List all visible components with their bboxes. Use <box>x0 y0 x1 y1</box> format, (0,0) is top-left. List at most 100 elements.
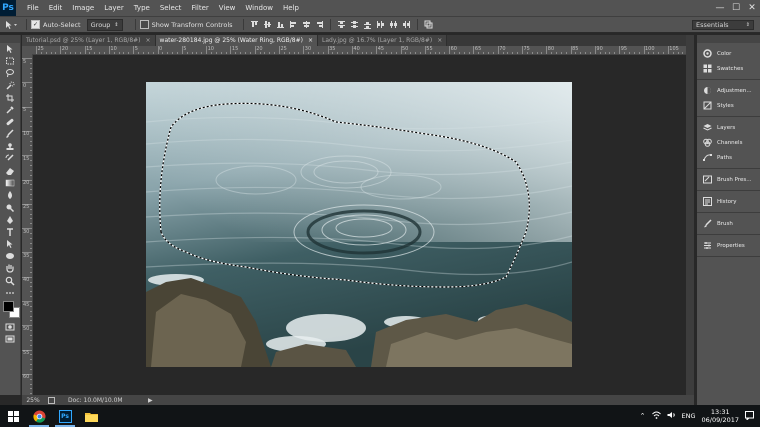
dodge-tool-icon[interactable] <box>0 201 20 213</box>
minimize-button[interactable]: — <box>712 0 728 16</box>
panel-history[interactable]: History <box>697 194 760 209</box>
shape-tool-icon[interactable] <box>0 250 20 262</box>
move-tool-preset-icon[interactable] <box>0 20 22 30</box>
menu-image[interactable]: Image <box>67 4 99 12</box>
eraser-tool-icon[interactable] <box>0 165 20 177</box>
workspace-dropdown[interactable]: Essentials ⇕ <box>692 20 754 30</box>
tab-close-icon[interactable]: × <box>146 37 151 44</box>
ruler-minor-tick <box>347 52 349 54</box>
distribute-vcenter-icon[interactable] <box>350 20 359 29</box>
pen-tool-icon[interactable] <box>0 214 20 226</box>
tab-water[interactable]: water-280184.jpg @ 25% (Water Ring, RGB/… <box>155 35 318 46</box>
notifications-icon[interactable] <box>745 410 754 422</box>
quick-mask-icon[interactable] <box>0 321 20 333</box>
history-brush-tool-icon[interactable] <box>0 153 20 165</box>
panel-color[interactable]: Color <box>697 46 760 61</box>
status-info-icon[interactable] <box>44 396 58 404</box>
clock[interactable]: 13:31 06/09/2017 <box>702 408 739 424</box>
blur-tool-icon[interactable] <box>0 189 20 201</box>
panel-paths[interactable]: Paths <box>697 150 760 165</box>
menu-file[interactable]: File <box>22 4 44 12</box>
screen-mode-icon[interactable] <box>0 333 20 345</box>
tab-close-icon[interactable]: × <box>437 37 442 44</box>
align-bottom-icon[interactable] <box>276 20 285 29</box>
tab-lady[interactable]: Lady.jpg @ 16.7% (Layer 1, RGB/8#) × <box>318 35 448 46</box>
zoom-level[interactable]: 25% <box>22 397 44 404</box>
menu-type[interactable]: Type <box>129 4 155 12</box>
align-vcenter-icon[interactable] <box>263 20 272 29</box>
menu-view[interactable]: View <box>214 4 241 12</box>
type-tool-icon[interactable] <box>0 226 20 238</box>
document-image[interactable] <box>146 82 572 367</box>
gradient-tool-icon[interactable] <box>0 177 20 189</box>
marquee-tool-icon[interactable] <box>0 55 20 67</box>
panel-adjustments[interactable]: Adjustmen... <box>697 83 760 98</box>
align-left-icon[interactable] <box>289 20 298 29</box>
distribute-right-icon[interactable] <box>402 20 411 29</box>
panel-layers[interactable]: Layers <box>697 120 760 135</box>
vertical-ruler[interactable]: 505101520253035404550556065 <box>22 54 33 395</box>
distribute-left-icon[interactable] <box>376 20 385 29</box>
auto-select-target-dropdown[interactable]: Group ⇕ <box>86 18 123 31</box>
crop-tool-icon[interactable] <box>0 92 20 104</box>
network-icon[interactable] <box>651 411 661 421</box>
align-right-icon[interactable] <box>315 20 324 29</box>
panel-channels[interactable]: Channels <box>697 135 760 150</box>
panel-brush-presets[interactable]: Brush Pres... <box>697 172 760 187</box>
panel-brush[interactable]: Brush <box>697 216 760 231</box>
panel-styles[interactable]: Styles <box>697 98 760 113</box>
auto-align-layers-icon[interactable] <box>424 20 433 29</box>
menu-filter[interactable]: Filter <box>186 4 213 12</box>
distribute-top-icon[interactable] <box>337 20 346 29</box>
edit-toolbar-icon[interactable] <box>0 287 20 299</box>
menu-edit[interactable]: Edit <box>44 4 68 12</box>
ruler-minor-tick <box>30 223 32 225</box>
system-tray: ⌃ ENG 13:31 06/09/2017 <box>640 405 760 427</box>
vertical-scrollbar[interactable] <box>686 35 694 395</box>
menu-window[interactable]: Window <box>240 4 278 12</box>
brush-tool-icon[interactable] <box>0 128 20 140</box>
healing-brush-tool-icon[interactable] <box>0 116 20 128</box>
distribute-bottom-icon[interactable] <box>363 20 372 29</box>
maximize-button[interactable]: ☐ <box>728 0 744 16</box>
lasso-tool-icon[interactable] <box>0 67 20 79</box>
language-indicator[interactable]: ENG <box>682 412 696 420</box>
panel-label: History <box>717 198 737 205</box>
auto-select-target-value: Group <box>90 20 111 29</box>
tab-tutorial[interactable]: Tutorial.psd @ 25% (Layer 1, RGB/8#) × <box>22 35 156 46</box>
horizontal-ruler[interactable]: 25 20 15 10 5 0 5 10 15 20 25 30 35 40 45 50 55 60 65 70 75 8… <box>32 46 686 55</box>
panel-collapse-handle[interactable] <box>697 35 760 43</box>
foreground-color-swatch[interactable] <box>3 300 14 312</box>
ruler-minor-tick <box>30 174 32 176</box>
windows-start-icon[interactable] <box>0 405 26 427</box>
auto-select-checkbox[interactable]: ✓ <box>31 20 40 29</box>
ruler-minor-tick <box>453 52 455 54</box>
chrome-icon[interactable] <box>26 405 52 427</box>
panel-swatches[interactable]: Swatches <box>697 61 760 76</box>
file-explorer-icon[interactable] <box>78 405 104 427</box>
close-button[interactable]: ✕ <box>744 0 760 16</box>
align-hcenter-icon[interactable] <box>302 20 311 29</box>
move-tool-icon[interactable] <box>0 43 20 55</box>
quick-selection-tool-icon[interactable] <box>0 80 20 92</box>
zoom-tool-icon[interactable] <box>0 275 20 287</box>
clone-stamp-tool-icon[interactable] <box>0 141 20 153</box>
hand-tool-icon[interactable] <box>0 262 20 274</box>
status-menu-arrow-icon[interactable]: ▶ <box>148 397 153 404</box>
ruler-minor-tick <box>30 247 32 249</box>
volume-icon[interactable] <box>667 411 676 421</box>
menu-layer[interactable]: Layer <box>99 4 129 12</box>
tray-chevron-up-icon[interactable]: ⌃ <box>640 412 646 420</box>
photoshop-icon[interactable]: Ps <box>52 405 78 427</box>
menu-help[interactable]: Help <box>278 4 304 12</box>
ruler-origin[interactable] <box>22 46 32 54</box>
tab-close-icon[interactable]: × <box>308 37 313 44</box>
align-top-icon[interactable] <box>250 20 259 29</box>
menu-select[interactable]: Select <box>155 4 187 12</box>
path-selection-tool-icon[interactable] <box>0 238 20 250</box>
eyedropper-tool-icon[interactable] <box>0 104 20 116</box>
show-transform-checkbox[interactable] <box>139 20 149 29</box>
toolbar-collapse-handle[interactable] <box>0 35 20 43</box>
distribute-hcenter-icon[interactable] <box>389 20 398 29</box>
panel-properties[interactable]: Properties <box>697 238 760 253</box>
